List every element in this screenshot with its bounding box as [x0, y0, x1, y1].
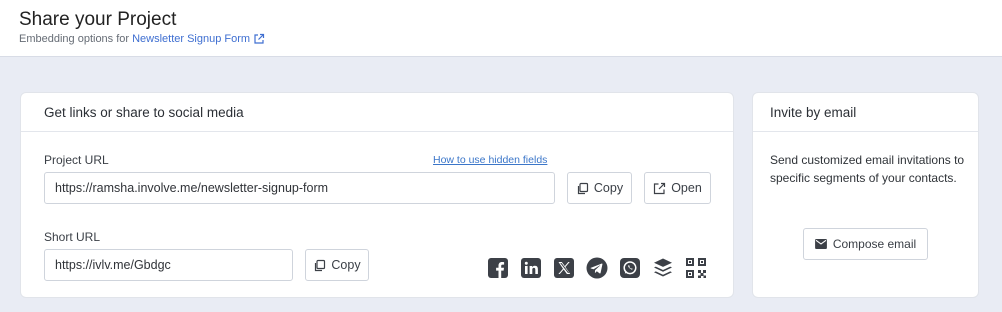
- project-url-field[interactable]: https://ramsha.involve.me/newsletter-sig…: [44, 172, 555, 204]
- copy-icon: [577, 182, 589, 194]
- copy-label: Copy: [593, 181, 624, 195]
- x-icon[interactable]: [553, 257, 575, 279]
- invite-card-heading: Invite by email: [753, 93, 978, 132]
- share-links-card: Get links or share to social media Proje…: [20, 92, 734, 298]
- short-url-label: Short URL: [44, 230, 101, 244]
- open-label: Open: [671, 181, 702, 195]
- envelope-icon: [814, 239, 827, 249]
- copy-project-url-button[interactable]: Copy: [567, 172, 632, 204]
- compose-email-label: Compose email: [832, 237, 917, 251]
- external-link-icon[interactable]: [253, 33, 265, 45]
- social-share-icons: [487, 257, 707, 279]
- qr-code-icon[interactable]: [685, 257, 707, 279]
- telegram-icon[interactable]: [586, 257, 608, 279]
- page-subtitle: Embedding options for Newsletter Signup …: [19, 33, 265, 45]
- page-title: Share your Project: [19, 9, 177, 30]
- open-project-button[interactable]: Open: [644, 172, 711, 204]
- project-link[interactable]: Newsletter Signup Form: [132, 33, 250, 45]
- share-card-heading: Get links or share to social media: [21, 93, 733, 132]
- project-url-label: Project URL: [44, 153, 109, 167]
- copy-icon: [315, 259, 326, 271]
- invite-description: Send customized email invitations to spe…: [770, 153, 965, 185]
- buffer-icon[interactable]: [652, 257, 674, 279]
- short-copy-label: Copy: [331, 258, 361, 272]
- page-header: Share your Project Embedding options for…: [0, 0, 1002, 57]
- facebook-icon[interactable]: [487, 257, 509, 279]
- subtitle-prefix: Embedding options for: [19, 33, 130, 45]
- linkedin-icon[interactable]: [520, 257, 542, 279]
- whatsapp-icon[interactable]: [619, 257, 641, 279]
- compose-email-button[interactable]: Compose email: [803, 228, 928, 260]
- hidden-fields-link[interactable]: How to use hidden fields: [433, 154, 547, 166]
- invite-email-card: Invite by email Send customized email in…: [752, 92, 979, 298]
- copy-short-url-button[interactable]: Copy: [305, 249, 369, 281]
- external-link-icon: [654, 182, 666, 194]
- short-url-field[interactable]: https://ivlv.me/Gbdgc: [44, 249, 293, 281]
